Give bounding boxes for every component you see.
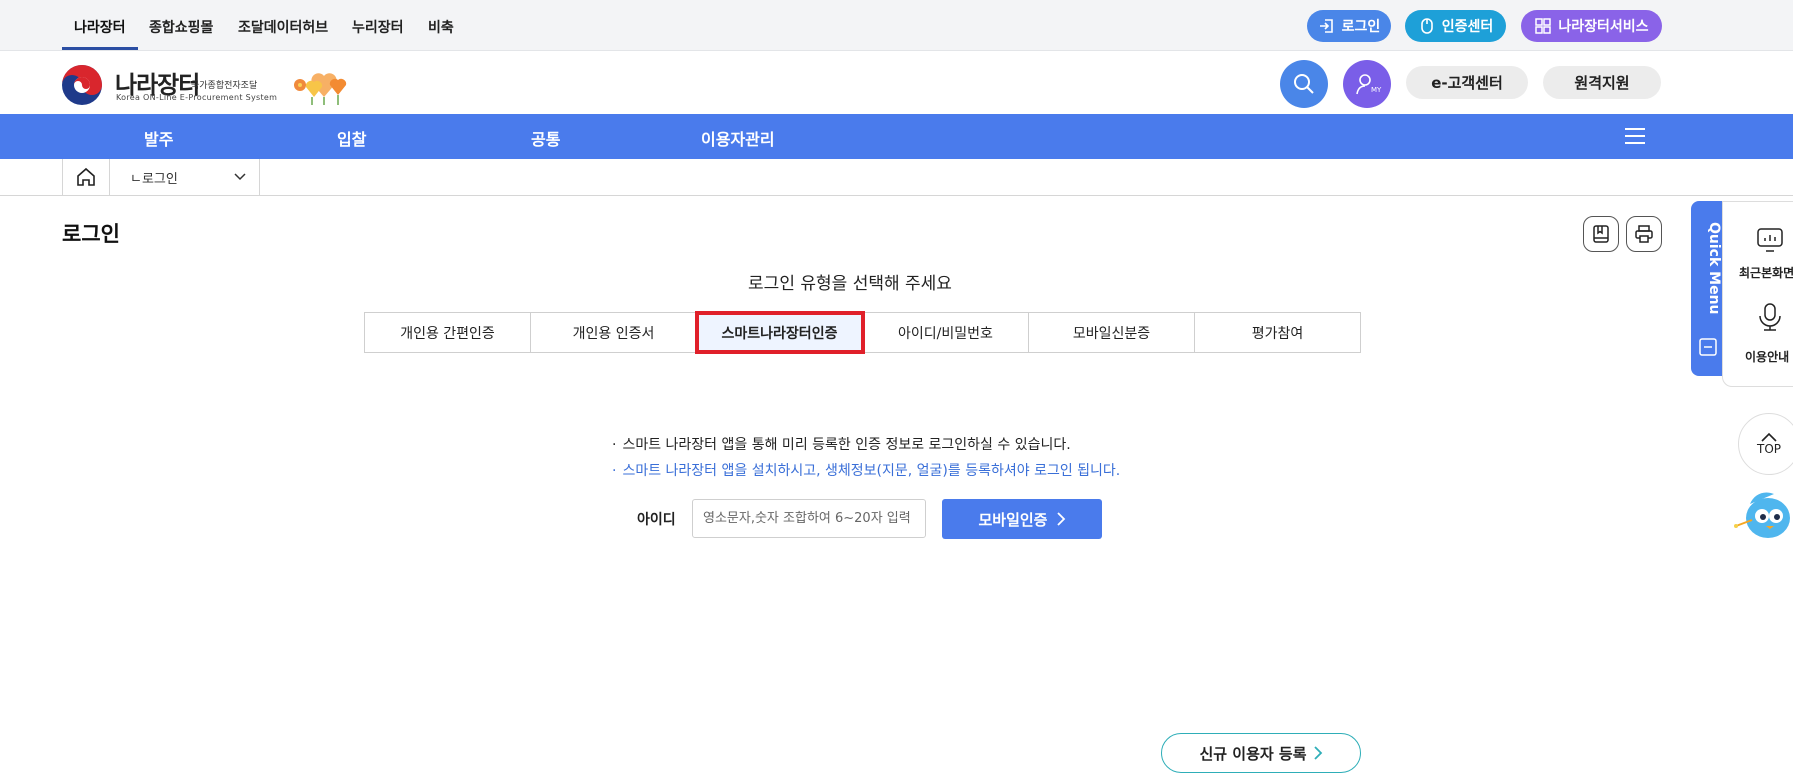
- chevron-down-icon: [234, 173, 246, 181]
- site-header: 나라장터 국가종합전자조달 Korea ON-Line E-Procuremen…: [0, 51, 1793, 114]
- breadcrumb-home-button[interactable]: [62, 159, 110, 195]
- nav-item-bid[interactable]: 입찰: [337, 126, 366, 150]
- nav-item-user-management[interactable]: 이용자관리: [701, 126, 775, 150]
- notice-text-2: 스마트 나라장터 앱을 설치하시고, 생체정보(지문, 얼굴)를 등록하셔야 로…: [622, 463, 1121, 479]
- search-icon: [1294, 74, 1314, 94]
- chevron-right-icon: [1056, 512, 1065, 526]
- chevron-up-icon: [1761, 432, 1777, 442]
- logo-subtitle: 국가종합전자조달: [191, 81, 258, 91]
- register-label: 신규 이용자 등록: [1199, 744, 1307, 763]
- customer-center-button[interactable]: e-고객센터: [1406, 66, 1528, 99]
- printer-icon: [1635, 225, 1653, 243]
- collapse-icon[interactable]: [1699, 338, 1717, 356]
- mobile-auth-label: 모바일인증: [978, 510, 1048, 529]
- my-label: MY: [1371, 86, 1382, 94]
- book-icon: [1593, 225, 1609, 243]
- services-label: 나라장터서비스: [1558, 19, 1649, 35]
- active-top-link-underline: [62, 47, 138, 50]
- top-link-narajangteo[interactable]: 나라장터: [74, 17, 126, 37]
- cert-center-button[interactable]: 인증센터: [1405, 10, 1506, 42]
- search-button[interactable]: [1280, 60, 1328, 108]
- hamburger-menu-icon[interactable]: [1624, 126, 1646, 146]
- logo-english: Korea ON-Line E-Procurement System: [116, 93, 278, 102]
- login-button-label: 로그인: [1341, 19, 1381, 35]
- mascot-chatbot-icon[interactable]: [1732, 486, 1793, 544]
- user-icon: [1356, 74, 1371, 95]
- notice-text-1: 스마트 나라장터 앱을 통해 미리 등록한 인증 정보로 로그인하실 수 있습니…: [622, 437, 1071, 453]
- breadcrumb-dropdown[interactable]: ㄴ로그인: [110, 159, 260, 195]
- services-button[interactable]: 나라장터서비스: [1521, 10, 1662, 42]
- top-link-stockpile[interactable]: 비축: [428, 17, 454, 37]
- tab-id-password[interactable]: 아이디/비밀번호: [863, 313, 1029, 352]
- quick-item-recent[interactable]: 최근본화면: [1739, 264, 1793, 281]
- tab-smart-narajangteo[interactable]: 스마트나라장터인증: [695, 311, 865, 354]
- notice-line-1: · 스마트 나라장터 앱을 통해 미리 등록한 인증 정보로 로그인하실 수 있습…: [612, 437, 1071, 453]
- login-icon: [1319, 19, 1333, 33]
- id-label: 아이디: [637, 512, 676, 528]
- page-title: 로그인: [62, 222, 120, 246]
- print-button[interactable]: [1626, 216, 1662, 252]
- login-type-tabs: 개인용 간편인증 개인용 인증서 스마트나라장터인증 아이디/비밀번호 모바일신…: [364, 311, 1361, 354]
- quick-menu-panel: 최근본화면 이용안내: [1722, 201, 1793, 387]
- decorative-hearts-icon: [294, 73, 347, 105]
- nav-item-common[interactable]: 공통: [531, 126, 560, 150]
- id-input[interactable]: [692, 499, 926, 538]
- breadcrumb: ㄴ로그인: [0, 159, 1793, 196]
- remote-support-button[interactable]: 원격지원: [1543, 66, 1661, 99]
- taegeuk-emblem-icon[interactable]: [61, 64, 103, 106]
- mouse-icon: [1420, 18, 1433, 34]
- home-icon: [77, 167, 95, 186]
- cert-center-label: 인증센터: [1441, 19, 1494, 35]
- tab-evaluation[interactable]: 평가참여: [1195, 313, 1360, 352]
- nav-item-order[interactable]: 발주: [144, 126, 173, 150]
- microphone-icon[interactable]: [1756, 302, 1784, 332]
- mobile-auth-button[interactable]: 모바일인증: [942, 499, 1102, 539]
- top-label: TOP: [1756, 442, 1781, 456]
- grid-icon: [1535, 18, 1552, 34]
- notice-line-2: · 스마트 나라장터 앱을 설치하시고, 생체정보(지문, 얼굴)를 등록하셔야 …: [612, 463, 1121, 479]
- top-link-data-hub[interactable]: 조달데이터허브: [238, 17, 328, 37]
- top-link-shopping-mall[interactable]: 종합쇼핑몰: [149, 17, 213, 37]
- main-nav: 발주 입찰 공통 이용자관리: [0, 114, 1793, 159]
- breadcrumb-current: ㄴ로그인: [130, 171, 178, 187]
- scroll-top-button[interactable]: TOP: [1738, 413, 1793, 475]
- quick-item-guide[interactable]: 이용안내: [1745, 348, 1789, 365]
- chevron-right-icon: [1313, 746, 1322, 760]
- top-utility-bar: 나라장터 종합쇼핑몰 조달데이터허브 누리장터 비축 로그인 인증센터 나라장터…: [0, 0, 1793, 51]
- top-link-nuri[interactable]: 누리장터: [352, 17, 404, 37]
- login-type-heading: 로그인 유형을 선택해 주세요: [748, 274, 952, 294]
- quick-menu-label: Quick Menu: [1706, 222, 1722, 315]
- tab-mobile-id[interactable]: 모바일신분증: [1029, 313, 1195, 352]
- register-new-user-button[interactable]: 신규 이용자 등록: [1161, 733, 1361, 773]
- recent-screen-icon[interactable]: [1756, 226, 1784, 254]
- tab-personal-cert[interactable]: 개인용 인증서: [531, 313, 697, 352]
- my-page-button[interactable]: MY: [1343, 60, 1391, 108]
- login-button[interactable]: 로그인: [1307, 10, 1391, 42]
- tab-simple-auth[interactable]: 개인용 간편인증: [365, 313, 531, 352]
- bookmark-button[interactable]: [1583, 216, 1619, 252]
